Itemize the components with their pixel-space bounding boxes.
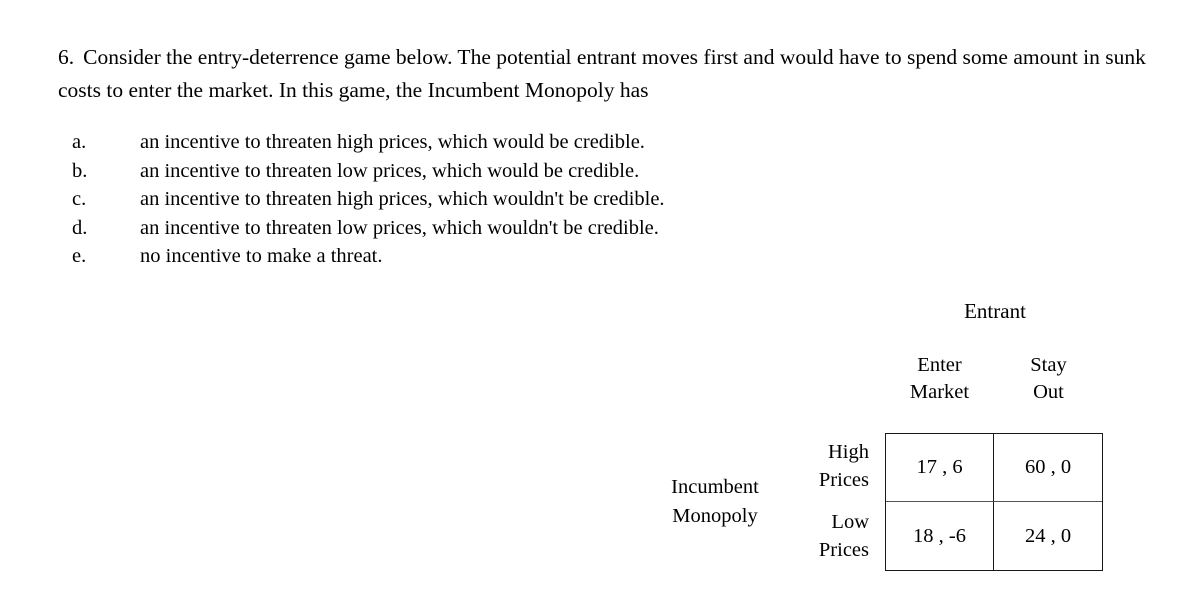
answer-option-a[interactable]: a. an incentive to threaten high prices,… xyxy=(72,128,792,157)
column-header-stay-out-line1: Stay xyxy=(1030,354,1067,376)
option-letter-b: b. xyxy=(72,159,88,182)
row-header-high-prices: High Prices xyxy=(790,431,878,501)
option-text-e: no incentive to make a threat. xyxy=(140,245,383,267)
answer-option-e[interactable]: e. no incentive to make a threat. xyxy=(72,242,792,271)
option-text-b: an incentive to threaten low prices, whi… xyxy=(140,159,640,182)
question-text: Consider the entry-deterrence game below… xyxy=(58,45,1146,102)
option-letter-a: a. xyxy=(72,131,87,153)
answer-option-d[interactable]: d. an incentive to threaten low prices, … xyxy=(72,214,792,243)
column-header-enter-market-line1: Enter xyxy=(917,354,962,376)
column-header-enter-market-line2: Market xyxy=(909,381,970,403)
column-header-enter-market: Enter Market xyxy=(885,352,994,406)
column-header-stay-out: Stay Out xyxy=(994,352,1103,406)
question-number: 6. xyxy=(58,45,75,69)
option-text-c: an incentive to threaten high prices, wh… xyxy=(140,188,665,210)
option-letter-c: c. xyxy=(72,188,87,210)
payoff-matrix: Entrant Enter Market Stay Out Incumbent … xyxy=(640,296,1160,586)
answer-options-list: a. an incentive to threaten high prices,… xyxy=(72,128,792,271)
column-header-stay-out-line2: Out xyxy=(1033,381,1064,403)
option-text-a: an incentive to threaten high prices, wh… xyxy=(140,131,645,153)
option-letter-e: e. xyxy=(72,245,87,267)
option-letter-d: d. xyxy=(72,216,88,239)
payoff-cell-high-stayout: 60 , 0 xyxy=(994,434,1102,502)
payoff-cell-high-enter: 17 , 6 xyxy=(886,434,994,502)
payoff-grid: 17 , 6 60 , 0 18 , -6 24 , 0 xyxy=(885,433,1103,571)
payoff-cell-low-stayout: 24 , 0 xyxy=(1024,524,1072,547)
row-header-low-prices-line2: Prices xyxy=(818,539,869,561)
answer-option-c[interactable]: c. an incentive to threaten high prices,… xyxy=(72,185,792,214)
row-player-label: Incumbent Monopoly xyxy=(640,473,790,531)
payoff-cell-low-enter: 18 , -6 xyxy=(886,502,994,570)
row-header-high-prices-line1: High xyxy=(828,441,869,463)
option-text-d: an incentive to threaten low prices, whi… xyxy=(140,216,659,239)
row-header-low-prices: Low Prices xyxy=(790,501,878,571)
row-headers: High Prices Low Prices xyxy=(790,431,878,571)
answer-option-b[interactable]: b. an incentive to threaten low prices, … xyxy=(72,157,792,186)
question-stem: 6. Consider the entry-deterrence game bel… xyxy=(58,41,1163,107)
column-player-label: Entrant xyxy=(964,299,1026,323)
row-header-low-prices-line1: Low xyxy=(831,511,869,533)
row-player-label-line1: Incumbent xyxy=(671,476,759,498)
row-header-high-prices-line2: Prices xyxy=(818,469,869,491)
row-player-label-line2: Monopoly xyxy=(672,505,758,527)
column-headers: Enter Market Stay Out xyxy=(885,352,1103,406)
